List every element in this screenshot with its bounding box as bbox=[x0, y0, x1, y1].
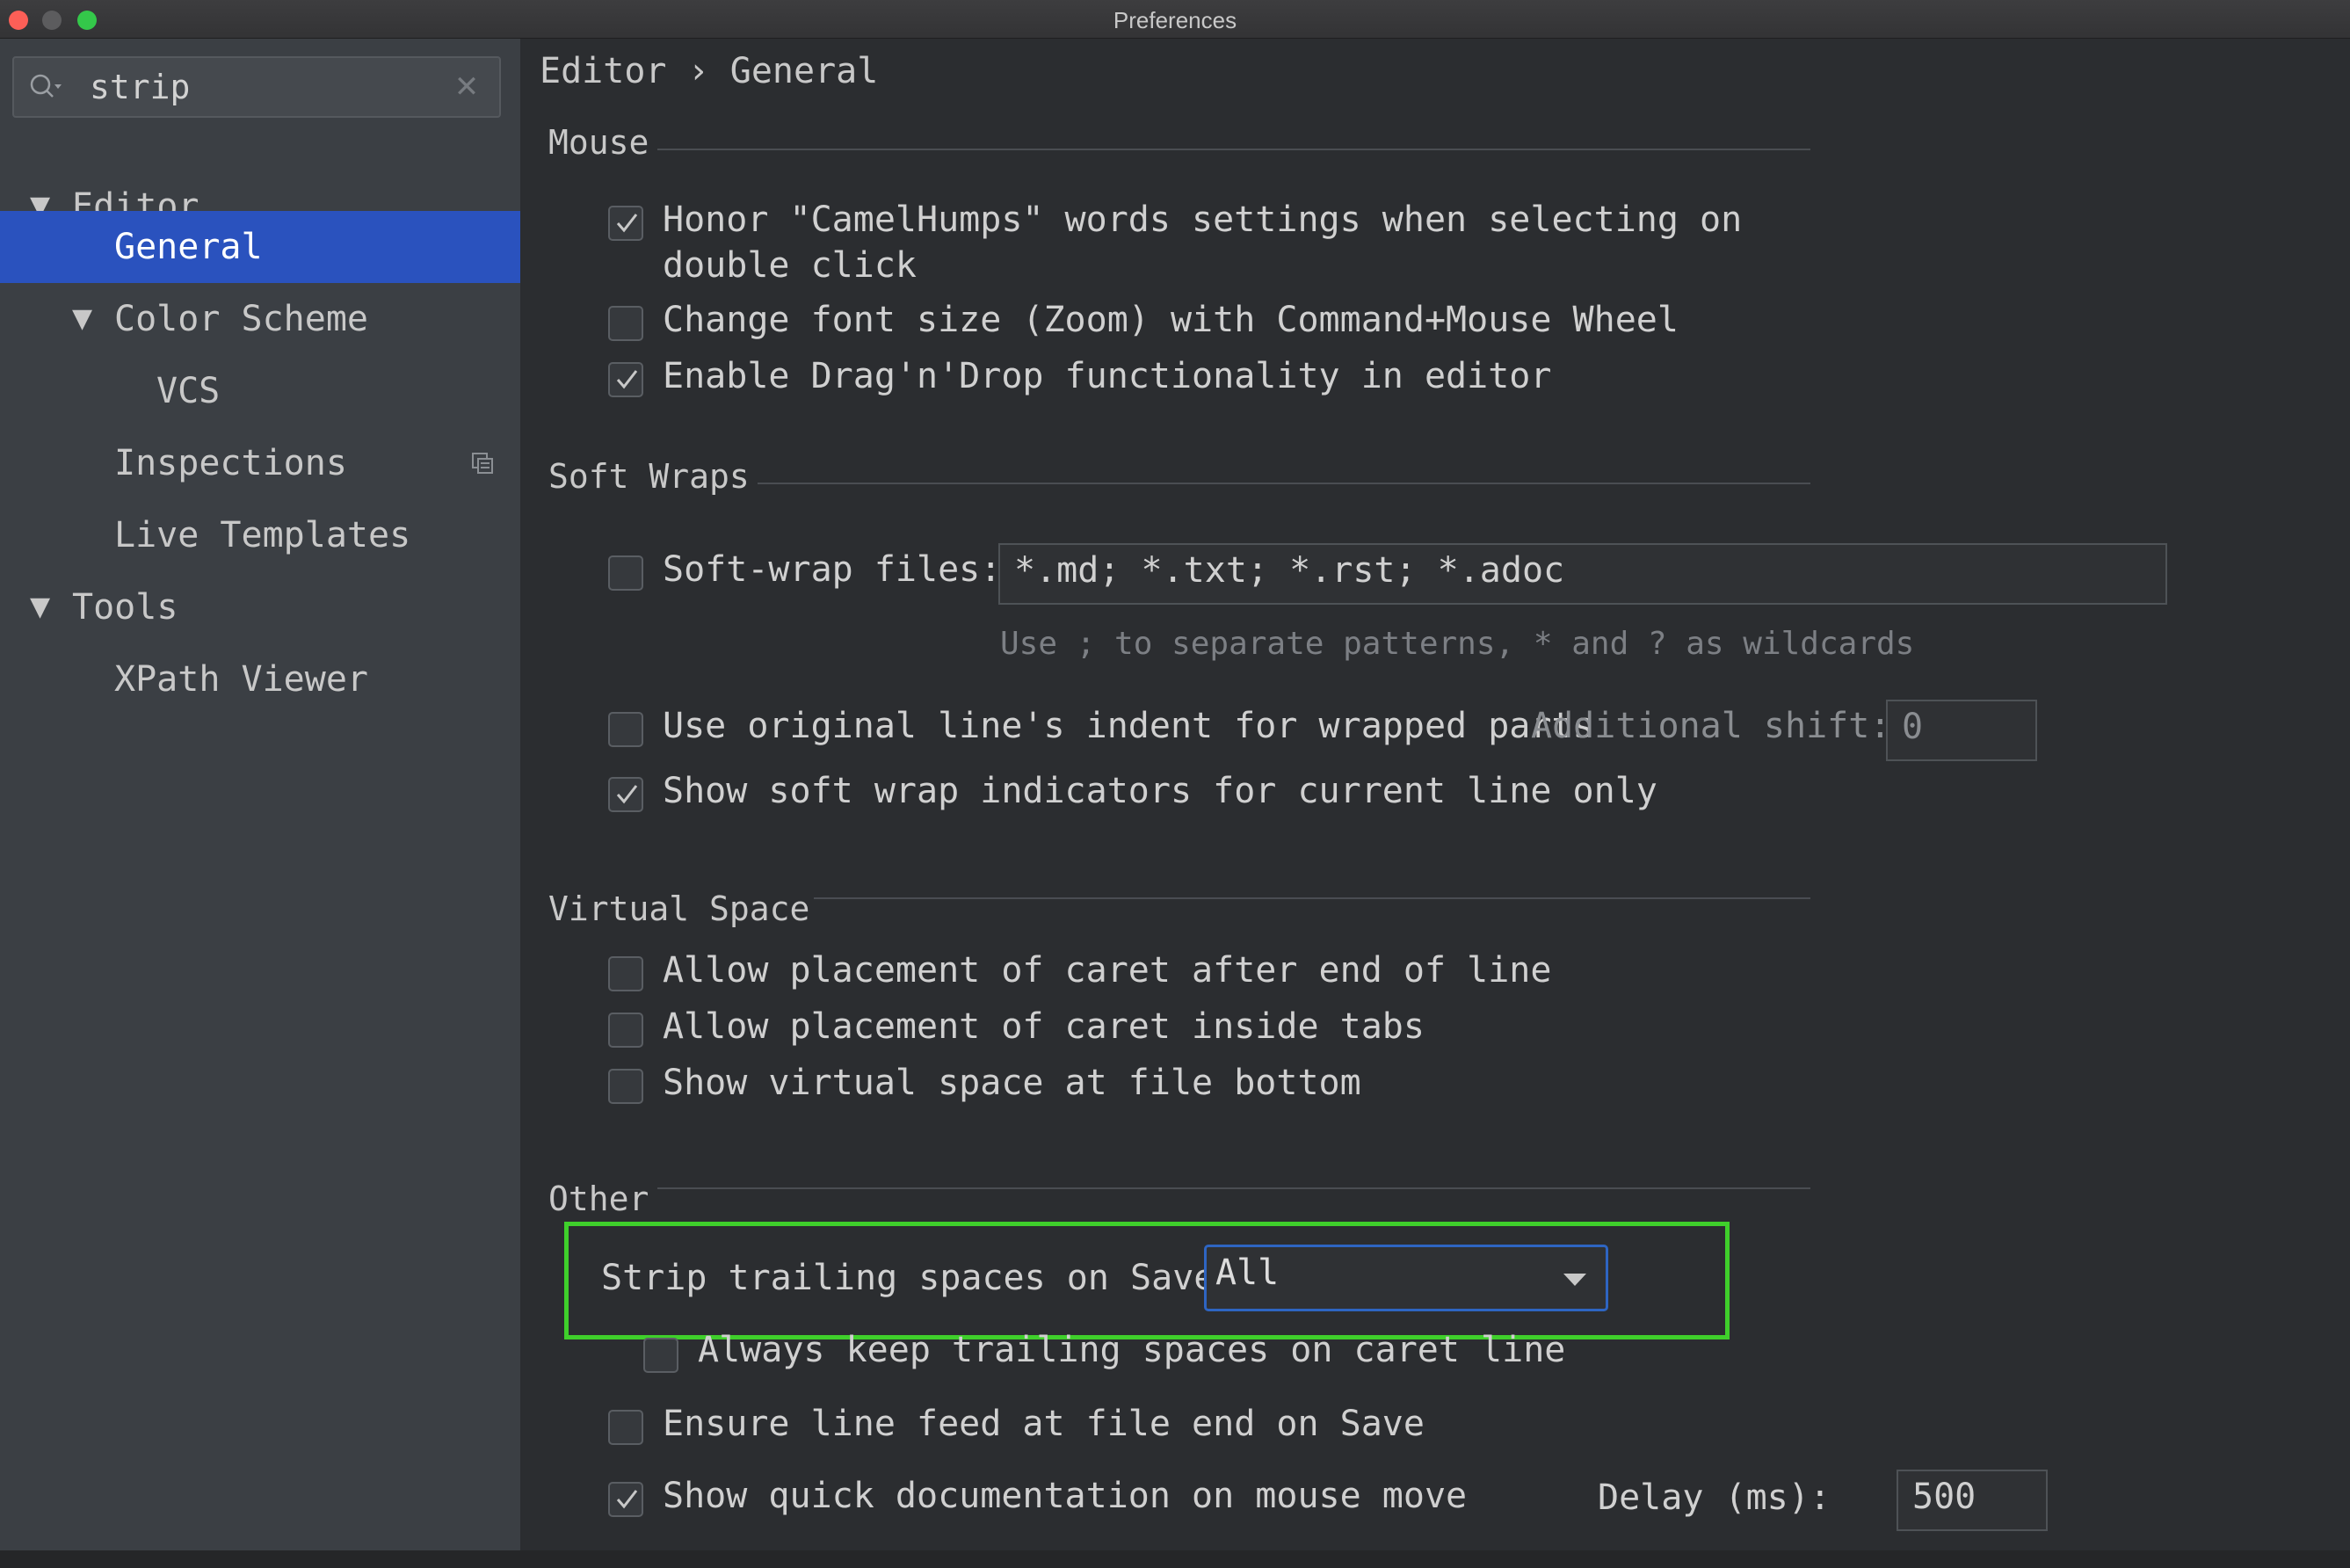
option-label: Always keep trailing spaces on caret lin… bbox=[698, 1330, 1566, 1370]
project-settings-icon bbox=[472, 453, 493, 474]
option-label: Show virtual space at file bottom bbox=[663, 1063, 1361, 1103]
section-title-virtual-space: Virtual Space bbox=[548, 889, 810, 928]
search-input[interactable] bbox=[88, 63, 439, 111]
option-label: Show soft wrap indicators for current li… bbox=[663, 771, 1657, 811]
settings-content: Editor › General Mouse Honor "CamelHumps… bbox=[520, 39, 2350, 1550]
expand-arrow-icon[interactable]: ▼ bbox=[30, 571, 50, 643]
section-title-mouse: Mouse bbox=[548, 123, 649, 162]
checkmark-icon bbox=[616, 785, 638, 804]
checkbox-virtual-space-bottom[interactable] bbox=[608, 1069, 643, 1104]
search-box[interactable]: ✕ bbox=[12, 56, 501, 118]
sidebar-item-live-templates[interactable]: Live Templates bbox=[0, 499, 520, 571]
section-divider bbox=[657, 1187, 1810, 1189]
option-label: Change font size (Zoom) with Command+Mou… bbox=[663, 300, 1679, 340]
expand-arrow-icon[interactable]: ▼ bbox=[72, 283, 92, 355]
option-label: Ensure line feed at file end on Save bbox=[663, 1404, 1425, 1444]
checkbox-camelhumps[interactable] bbox=[608, 206, 643, 241]
sidebar-item-color-scheme[interactable]: ▼ Color Scheme bbox=[0, 283, 520, 355]
dropdown-value: All bbox=[1215, 1252, 1280, 1293]
section-divider bbox=[814, 897, 1810, 899]
checkbox-keep-trailing-caret[interactable] bbox=[643, 1338, 678, 1373]
soft-wrap-patterns-field[interactable]: *.md; *.txt; *.rst; *.adoc bbox=[998, 543, 2167, 605]
title-bar: Preferences bbox=[0, 0, 2350, 39]
sidebar-item-vcs[interactable]: VCS bbox=[0, 355, 520, 427]
checkbox-line-feed[interactable] bbox=[608, 1410, 643, 1445]
sidebar-item-inspections[interactable]: Inspections bbox=[0, 427, 520, 499]
sidebar-item-general[interactable]: General bbox=[0, 211, 520, 283]
option-label: Enable Drag'n'Drop functionality in edit… bbox=[663, 356, 1552, 396]
checkbox-caret-inside-tabs[interactable] bbox=[608, 1013, 643, 1048]
checkbox-drag-drop[interactable] bbox=[608, 362, 643, 397]
checkmark-icon bbox=[616, 1490, 638, 1509]
settings-sidebar: ✕ ▼ Editor General ▼ Color Scheme VCS In… bbox=[0, 39, 520, 1550]
window-title: Preferences bbox=[1113, 7, 1237, 33]
clear-search-icon[interactable]: ✕ bbox=[452, 72, 482, 102]
checkmark-icon bbox=[616, 370, 638, 389]
section-title-other: Other bbox=[548, 1180, 649, 1218]
checkbox-original-indent[interactable] bbox=[608, 712, 643, 747]
option-label: Allow placement of caret after end of li… bbox=[663, 950, 1552, 991]
option-label: Soft-wrap files: bbox=[663, 549, 1002, 590]
checkbox-zoom[interactable] bbox=[608, 306, 643, 341]
checkbox-quick-doc[interactable] bbox=[608, 1482, 643, 1517]
search-icon[interactable] bbox=[28, 72, 63, 104]
checkbox-soft-wrap-indicators[interactable] bbox=[608, 777, 643, 812]
additional-shift-field[interactable]: 0 bbox=[1886, 700, 2037, 761]
chevron-down-icon bbox=[1563, 1274, 1586, 1286]
option-label: Allow placement of caret inside tabs bbox=[663, 1006, 1425, 1047]
delay-label: Delay (ms): bbox=[1598, 1477, 1831, 1518]
delay-field[interactable]: 500 bbox=[1897, 1470, 2048, 1531]
window-bottom-edge bbox=[0, 1550, 2350, 1568]
strip-trailing-label: Strip trailing spaces on Save: bbox=[601, 1258, 1237, 1298]
section-divider bbox=[657, 149, 1810, 150]
additional-shift-label: Additional shift: bbox=[1531, 706, 1891, 746]
section-title-soft-wraps: Soft Wraps bbox=[548, 457, 750, 496]
section-divider bbox=[758, 483, 1810, 484]
sidebar-item-xpath-viewer[interactable]: XPath Viewer bbox=[0, 643, 520, 715]
option-label: Honor "CamelHumps" words settings when s… bbox=[663, 200, 1743, 240]
checkbox-caret-after-eol[interactable] bbox=[608, 956, 643, 991]
breadcrumb: Editor › General bbox=[540, 51, 879, 91]
option-label: double click bbox=[663, 245, 917, 286]
option-label: Show quick documentation on mouse move bbox=[663, 1476, 1468, 1516]
checkmark-icon bbox=[616, 214, 638, 233]
checkbox-soft-wrap-files[interactable] bbox=[608, 555, 643, 591]
soft-wrap-hint: Use ; to separate patterns, * and ? as w… bbox=[1000, 626, 1915, 662]
strip-trailing-dropdown[interactable]: All bbox=[1204, 1245, 1608, 1311]
sidebar-item-tools[interactable]: ▼ Tools bbox=[0, 571, 520, 643]
option-label: Use original line's indent for wrapped p… bbox=[663, 706, 1594, 746]
